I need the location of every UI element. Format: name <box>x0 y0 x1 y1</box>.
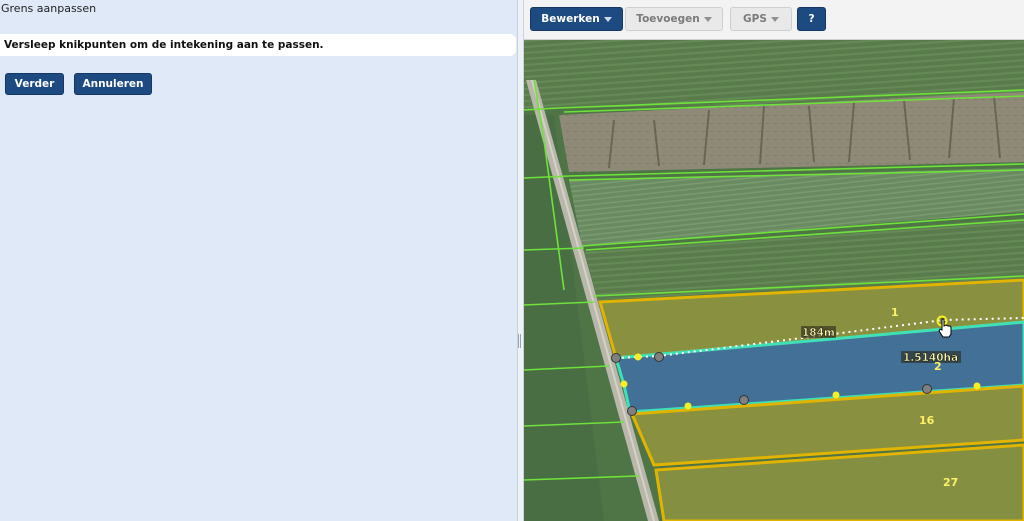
panel-title: Grens aanpassen <box>1 2 97 15</box>
vertex-handle[interactable] <box>611 353 621 363</box>
splitter-grip-icon[interactable] <box>518 334 521 348</box>
vertex-handle[interactable] <box>627 406 637 416</box>
parcel-label-1: 1 <box>891 306 899 319</box>
measure-length-label: 184m <box>802 327 835 339</box>
chevron-down-icon <box>770 16 779 22</box>
parcel-label-27: 27 <box>943 476 958 489</box>
vertex-handle[interactable] <box>654 352 664 362</box>
edit-menu-label: Bewerken <box>541 13 600 25</box>
vertex-handle[interactable] <box>739 395 749 405</box>
left-panel: Grens aanpassen Versleep knikpunten om d… <box>0 0 517 521</box>
midpoint-handle[interactable] <box>620 380 628 388</box>
midpoint-handle[interactable] <box>832 391 840 399</box>
panel-splitter[interactable] <box>517 0 524 521</box>
add-menu-label: Toevoegen <box>636 13 700 25</box>
midpoint-handle[interactable] <box>973 382 981 390</box>
add-menu-button[interactable]: Toevoegen <box>625 7 723 31</box>
chevron-down-icon <box>603 16 612 22</box>
parcel-label-16: 16 <box>919 414 935 427</box>
cancel-button[interactable]: Annuleren <box>74 73 152 95</box>
gps-menu-label: GPS <box>743 13 767 25</box>
vertex-handle[interactable] <box>922 384 932 394</box>
chevron-down-icon <box>703 16 712 22</box>
map-canvas[interactable]: 184m 1.5140ha 1 2 16 27 <box>524 40 1024 521</box>
instruction-text: Versleep knikpunten om de intekening aan… <box>0 34 516 56</box>
aerial-map[interactable]: 184m 1.5140ha 1 2 16 27 <box>524 40 1024 521</box>
midpoint-handle[interactable] <box>684 402 692 410</box>
help-button[interactable]: ? <box>797 7 826 31</box>
continue-button[interactable]: Verder <box>5 73 64 95</box>
parcel-label-2: 2 <box>934 360 942 373</box>
map-toolbar: Bewerken Toevoegen GPS ? <box>524 0 1024 40</box>
gps-menu-button[interactable]: GPS <box>730 7 792 31</box>
edit-menu-button[interactable]: Bewerken <box>530 7 623 31</box>
midpoint-handle[interactable] <box>634 353 642 361</box>
measure-area-label: 1.5140ha <box>903 352 958 364</box>
map-panel: Bewerken Toevoegen GPS ? 184m 1.5140ha 1… <box>524 0 1024 521</box>
